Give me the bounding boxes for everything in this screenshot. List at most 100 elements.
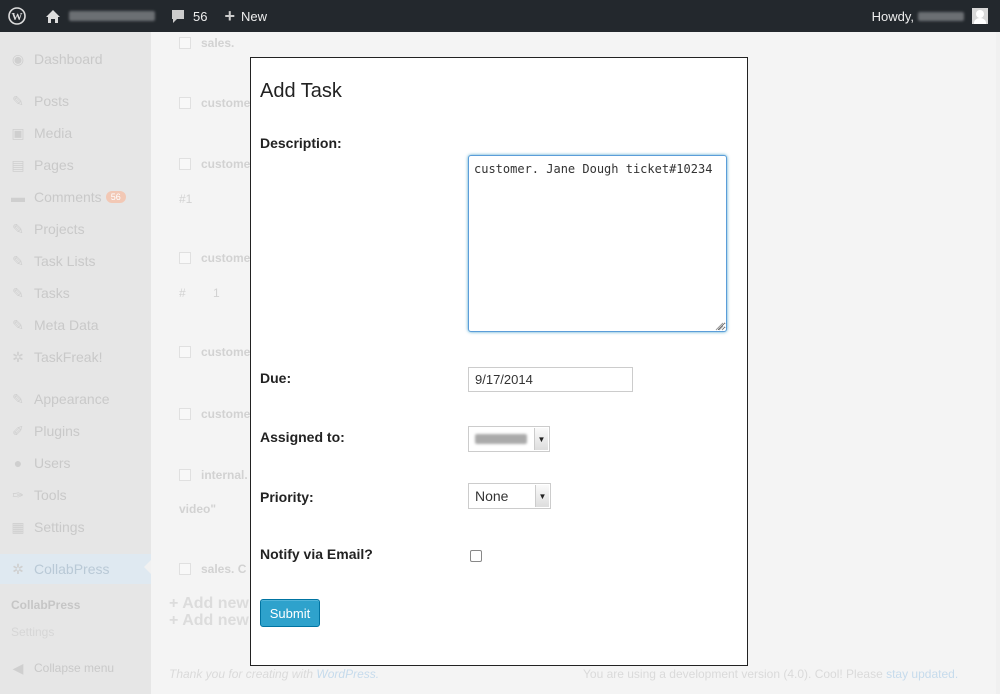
description-textarea[interactable]: customer. Jane Dough ticket#10234 bbox=[468, 155, 727, 332]
dashboard-icon: ◉ bbox=[11, 50, 25, 67]
submenu-settings[interactable]: Settings bbox=[0, 625, 151, 639]
list-item: sales. bbox=[179, 36, 234, 50]
sidebar-item-users[interactable]: ● Users bbox=[0, 450, 151, 476]
add-new-link[interactable]: + Add new bbox=[169, 595, 249, 613]
admin-bar: W 56 + New Howdy, bbox=[0, 0, 1000, 32]
sidebar-item-plugins[interactable]: ✐ Plugins bbox=[0, 418, 151, 444]
assigned-value-redacted bbox=[469, 431, 534, 447]
sidebar-item-collabpress[interactable]: ✲ CollabPress bbox=[0, 554, 151, 584]
footer-thankyou: Thank you for creating with WordPress. bbox=[169, 667, 379, 681]
sidebar-item-label: Users bbox=[34, 455, 71, 471]
comments-link[interactable]: 56 bbox=[162, 0, 214, 32]
task-title: sales. bbox=[201, 36, 235, 50]
task-checkbox[interactable] bbox=[179, 37, 191, 49]
brush-icon: ✎ bbox=[12, 390, 24, 407]
dialog-title: Add Task bbox=[260, 80, 342, 102]
wrench-icon: ✑ bbox=[12, 486, 24, 503]
sidebar-item-projects[interactable]: ✎ Projects bbox=[0, 216, 151, 242]
notify-label: Notify via Email? bbox=[260, 546, 373, 562]
add-task-dialog: Add Task Description: customer. Jane Dou… bbox=[250, 57, 748, 666]
plug-icon: ✐ bbox=[12, 422, 24, 439]
sidebar-item-label: Comments bbox=[34, 189, 102, 205]
comments-count: 56 bbox=[193, 8, 208, 24]
sidebar-item-settings[interactable]: ▦ Settings bbox=[0, 514, 151, 540]
list-item: internal. bbox=[179, 468, 248, 482]
task-checkbox[interactable] bbox=[179, 158, 191, 170]
due-label: Due: bbox=[260, 370, 292, 386]
settings-icon: ▦ bbox=[11, 518, 25, 535]
pin-icon: ✎ bbox=[12, 220, 24, 237]
task-note: #1 bbox=[179, 192, 193, 206]
pin-icon: ✎ bbox=[12, 92, 24, 109]
sidebar-item-media[interactable]: ▣ Media bbox=[0, 120, 151, 146]
sidebar-item-label: Settings bbox=[34, 519, 85, 535]
task-title: custome bbox=[201, 96, 251, 110]
sidebar-item-appearance[interactable]: ✎ Appearance bbox=[0, 386, 151, 412]
sidebar-item-tasks[interactable]: ✎ Tasks bbox=[0, 280, 151, 306]
assigned-to-select[interactable]: ▼ bbox=[468, 426, 550, 452]
list-item: custome bbox=[179, 157, 250, 171]
sidebar-item-label: Projects bbox=[34, 221, 85, 237]
task-title: custome bbox=[201, 251, 251, 265]
task-note: 1 bbox=[213, 286, 220, 300]
pages-icon: ▤ bbox=[11, 156, 25, 173]
sidebar-item-tools[interactable]: ✑ Tools bbox=[0, 482, 151, 508]
new-label: New bbox=[240, 8, 267, 24]
task-title: custome bbox=[201, 345, 251, 359]
priority-select[interactable]: None ▼ bbox=[468, 483, 551, 509]
collapse-label: Collapse menu bbox=[34, 661, 115, 675]
submit-button[interactable]: Submit bbox=[260, 599, 320, 627]
collapse-menu[interactable]: ◀ Collapse menu bbox=[0, 655, 151, 681]
sidebar-item-label: Task Lists bbox=[34, 253, 96, 269]
user-icon: ● bbox=[13, 455, 23, 471]
sidebar-item-label: Tools bbox=[34, 487, 67, 503]
gear-icon: ✲ bbox=[12, 348, 24, 365]
list-item: custome bbox=[179, 251, 250, 265]
sidebar-item-label: Plugins bbox=[34, 423, 80, 439]
resize-grip-icon[interactable] bbox=[714, 321, 724, 331]
submenu-collabpress[interactable]: CollabPress bbox=[0, 598, 151, 612]
sidebar-item-label: Posts bbox=[34, 93, 70, 109]
due-date-input[interactable] bbox=[468, 367, 633, 392]
pin-icon: ✎ bbox=[12, 316, 24, 333]
footer-text: You are using a development version (4.0… bbox=[583, 667, 883, 681]
description-label: Description: bbox=[260, 135, 342, 151]
task-title: internal. bbox=[201, 468, 248, 482]
howdy-label: Howdy, bbox=[871, 8, 914, 24]
username-redacted bbox=[918, 11, 964, 21]
wordpress-link[interactable]: WordPress. bbox=[316, 667, 379, 681]
my-account[interactable]: Howdy, bbox=[872, 0, 1000, 32]
task-checkbox[interactable] bbox=[179, 408, 191, 420]
add-new-link[interactable]: + Add new bbox=[169, 612, 249, 630]
sidebar-item-pages[interactable]: ▤ Pages bbox=[0, 152, 151, 178]
sidebar-item-dashboard[interactable]: ◉ Dashboard bbox=[0, 46, 151, 72]
sidebar-item-label: Appearance bbox=[34, 391, 110, 407]
task-checkbox[interactable] bbox=[179, 563, 191, 575]
task-title: custome bbox=[201, 407, 251, 421]
sidebar-item-comments[interactable]: ▬ Comments 56 bbox=[0, 184, 151, 210]
stay-updated-link[interactable]: stay updated. bbox=[886, 667, 958, 681]
list-item: custome bbox=[179, 96, 250, 110]
plus-icon: + bbox=[224, 6, 235, 26]
pin-icon: ✎ bbox=[12, 252, 24, 269]
task-checkbox[interactable] bbox=[179, 252, 191, 264]
wordpress-logo-icon[interactable]: W bbox=[0, 0, 33, 32]
sidebar-item-meta-data[interactable]: ✎ Meta Data bbox=[0, 312, 151, 338]
task-note: video" bbox=[179, 502, 217, 516]
task-checkbox[interactable] bbox=[179, 97, 191, 109]
sidebar-item-label: Pages bbox=[34, 157, 74, 173]
right-edge bbox=[996, 32, 1000, 694]
new-content-link[interactable]: + New bbox=[214, 0, 274, 32]
task-checkbox[interactable] bbox=[179, 469, 191, 481]
site-name-redacted bbox=[69, 11, 155, 21]
sidebar-item-posts[interactable]: ✎ Posts bbox=[0, 88, 151, 114]
media-icon: ▣ bbox=[11, 124, 25, 141]
task-title: custome bbox=[201, 157, 251, 171]
sidebar-item-taskfreak[interactable]: ✲ TaskFreak! bbox=[0, 344, 151, 370]
footer-version: You are using a development version (4.0… bbox=[583, 667, 958, 681]
sidebar-item-label: Dashboard bbox=[34, 51, 103, 67]
notify-email-checkbox[interactable] bbox=[470, 550, 482, 562]
sidebar-item-task-lists[interactable]: ✎ Task Lists bbox=[0, 248, 151, 274]
site-home-link[interactable] bbox=[33, 0, 162, 32]
task-checkbox[interactable] bbox=[179, 346, 191, 358]
